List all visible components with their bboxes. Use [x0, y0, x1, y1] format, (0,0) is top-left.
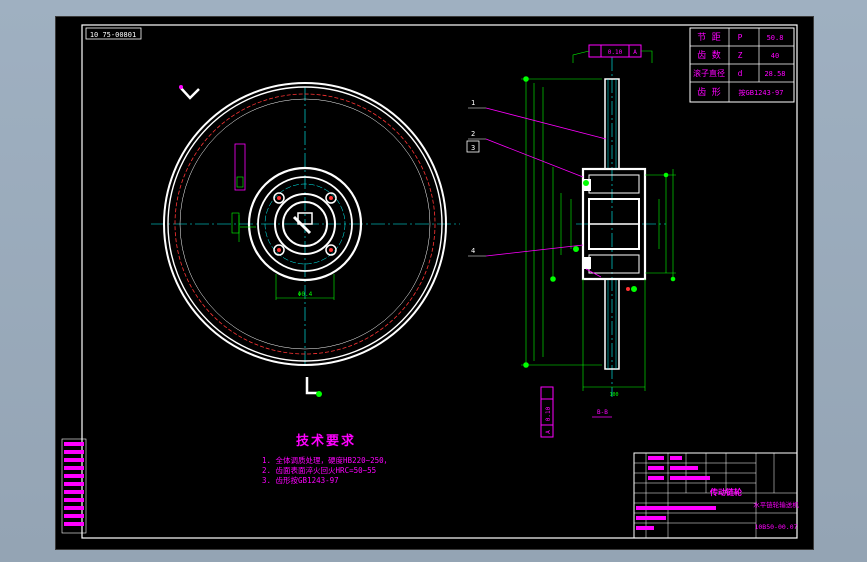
param-symbol-roller: d: [738, 69, 743, 78]
tolerance-bottom-value: 0.10: [545, 406, 552, 421]
drawing-code-box: 10 75-00801: [85, 27, 142, 40]
dim-keyway: Φ0.4: [298, 291, 313, 298]
tech-req-2: 2. 齿面表面淬火回火HRC=50~55: [262, 465, 376, 475]
section-view: [573, 57, 666, 397]
callout-4: 4: [471, 247, 475, 255]
gear-parameter-table: 节 距 P 50.8 齿 数 Z 40 滚子直径 d 28.58 齿 形 按GB…: [689, 27, 795, 103]
technical-requirements: 技术要求 1. 全体调质处理，硬度HB220~250， 2. 齿面表面淬火回火H…: [262, 433, 391, 485]
param-value-teeth: 40: [771, 52, 779, 60]
title-drawing-name: 水平链轮输送机: [753, 500, 799, 509]
param-value-pitch: 50.8: [767, 34, 784, 42]
cad-viewport[interactable]: 10 75-00801 Φ0.4 100 0.10 A 0.10 A B-B 1…: [55, 16, 814, 550]
callout-2: 2: [471, 130, 475, 138]
param-name-teeth: 齿 数: [697, 49, 720, 61]
tolerance-frame-top: 0.10 A: [572, 44, 653, 63]
section-label-text: B-B: [597, 409, 608, 416]
dim-width: 100: [609, 392, 618, 398]
tolerance-bottom-datum: A: [545, 430, 552, 434]
title-part-name: 传动链轮: [709, 487, 742, 497]
cad-drawing-sheet: 10 75-00801 Φ0.4 100 0.10 A 0.10 A B-B 1…: [61, 24, 799, 539]
param-symbol-pitch: P: [738, 33, 743, 42]
section-label: B-B: [592, 409, 612, 418]
tolerance-frame-bottom: 0.10 A: [540, 386, 554, 438]
tolerance-top-datum: A: [633, 49, 637, 56]
callouts: 1 2 3 4: [466, 99, 607, 257]
param-name-roller: 滚子直径: [693, 68, 725, 78]
param-value-roller: 28.58: [764, 70, 785, 78]
param-name-pitch: 节 距: [697, 32, 720, 43]
tolerance-top-value: 0.10: [608, 49, 623, 56]
tech-req-1: 1. 全体调质处理，硬度HB220~250，: [262, 455, 391, 465]
tech-title: 技术要求: [296, 433, 356, 449]
param-symbol-teeth: Z: [738, 51, 743, 60]
front-view: [151, 82, 460, 397]
title-drawing-no: 10B50-00.07: [754, 523, 797, 531]
drawing-code-text: 10 75-00801: [90, 31, 136, 39]
param-value-profile: 按GB1243-97: [739, 88, 784, 97]
section-view-dimensions: [521, 76, 676, 391]
title-block: 传动链轮 水平链轮输送机 10B50-00.07: [633, 452, 799, 539]
callout-1: 1: [471, 99, 475, 107]
tech-req-3: 3. 齿形按GB1243-97: [262, 475, 339, 485]
callout-3: 3: [471, 144, 475, 152]
param-name-profile: 齿 形: [697, 86, 720, 98]
